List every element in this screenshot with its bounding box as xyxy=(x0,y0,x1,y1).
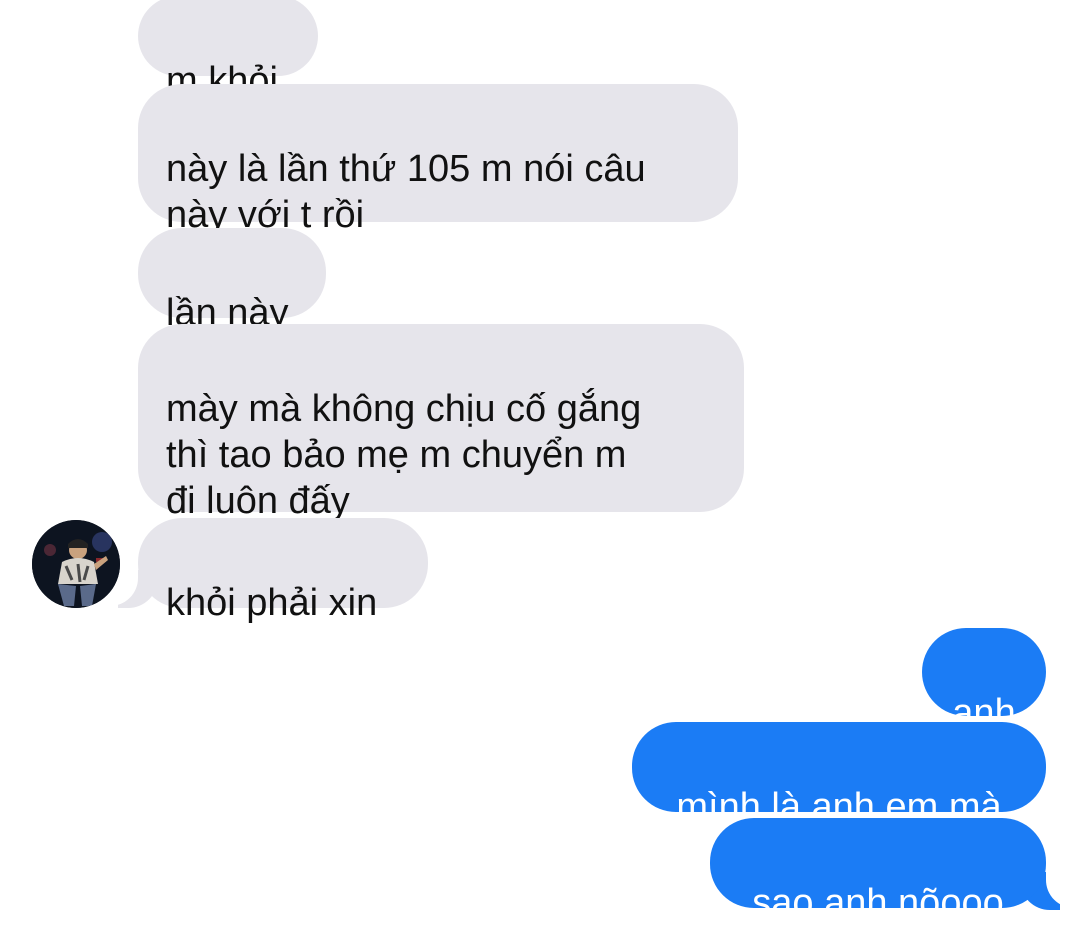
message-text: sao anh nõooo xyxy=(752,882,1004,924)
outgoing-message-bubble[interactable]: mình là anh em mà xyxy=(632,722,1046,828)
incoming-message-bubble[interactable]: này là lần thứ 105 m nói câu này với t r… xyxy=(138,84,738,236)
incoming-message-bubble[interactable]: khỏi phải xin xyxy=(138,518,428,624)
incoming-message-bubble[interactable]: mày mà không chịu cố gắng thì tao bảo mẹ… xyxy=(138,324,744,522)
outgoing-message-bubble[interactable]: sao anh nõooo xyxy=(710,818,1046,924)
incoming-message-bubble[interactable]: lần này xyxy=(138,228,326,334)
message-text: này là lần thứ 105 m nói câu này với t r… xyxy=(166,148,646,236)
message-text: khỏi phải xin xyxy=(166,582,378,624)
message-text: mày mà không chịu cố gắng thì tao bảo mẹ… xyxy=(166,388,642,522)
incoming-message-bubble[interactable]: m khỏi xyxy=(138,0,318,102)
contact-avatar[interactable] xyxy=(32,520,120,608)
outgoing-message-bubble[interactable]: anh xyxy=(922,628,1046,734)
contact-avatar-photo-icon xyxy=(32,520,120,608)
